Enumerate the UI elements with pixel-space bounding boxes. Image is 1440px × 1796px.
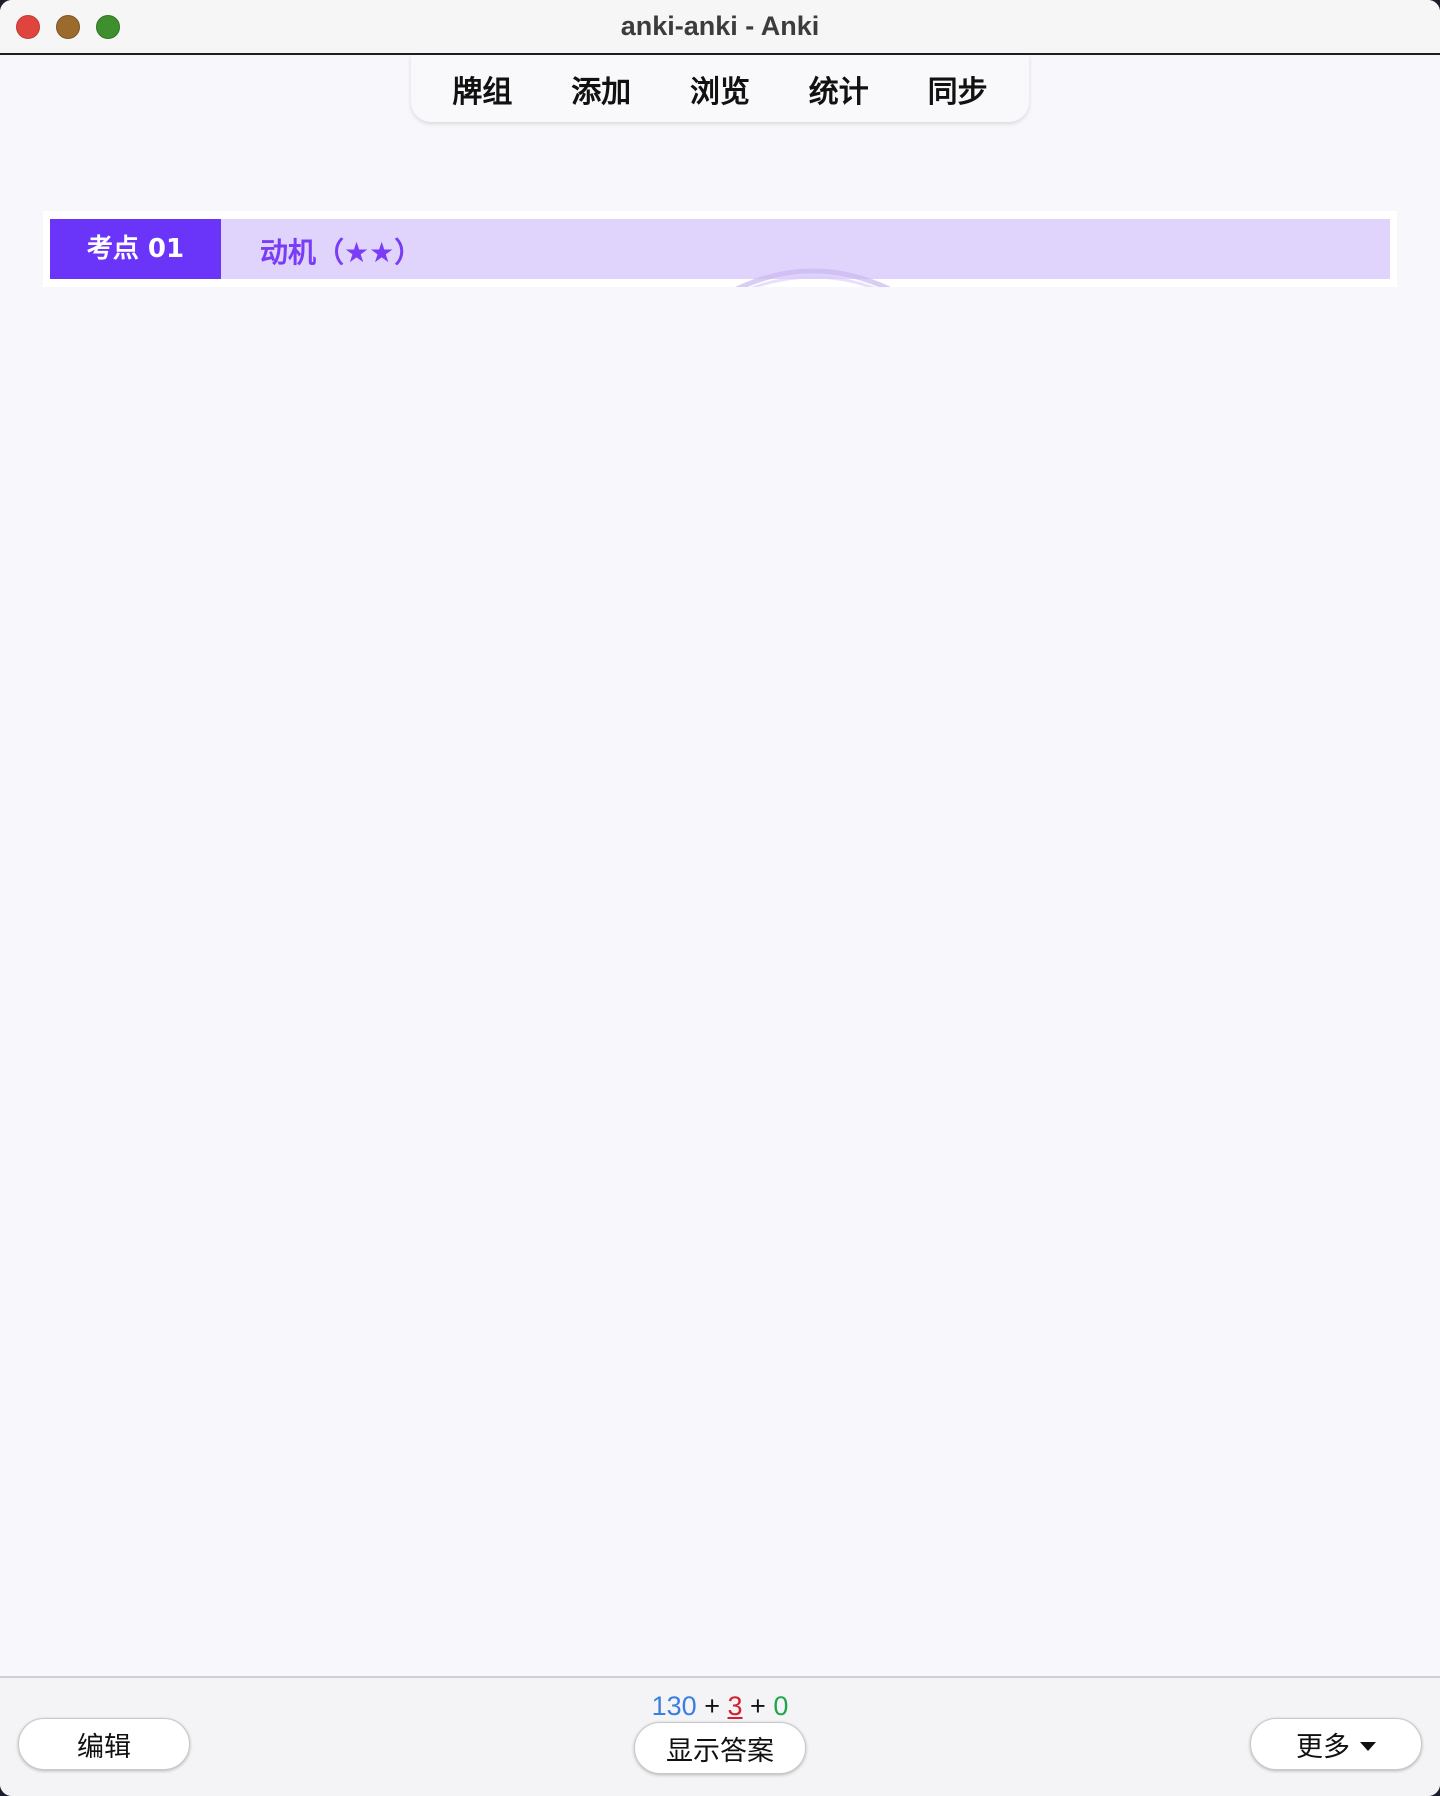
toolbar-decks[interactable]: 牌组 (442, 63, 522, 115)
edit-button[interactable]: 编辑 (18, 1718, 190, 1770)
window-title: anki-anki - Anki (620, 11, 820, 41)
toolbar-sync[interactable]: 同步 (918, 63, 998, 115)
count-separator: + (704, 1691, 720, 1721)
review-count: 0 (773, 1691, 789, 1721)
toolbar-browse[interactable]: 浏览 (680, 63, 760, 115)
count-separator: + (750, 1691, 766, 1721)
review-bottom-bar: 130 + 3 + 0 编辑 显示答案 更多 (0, 1676, 1440, 1796)
more-button-label: 更多 (1296, 1731, 1350, 1763)
show-answer-button[interactable]: 显示答案 (634, 1722, 806, 1774)
learning-count: 3 (727, 1691, 743, 1721)
show-answer-button-label: 显示答案 (666, 1735, 774, 1767)
anki-window: anki-anki - Anki 牌组 添加 浏览 统计 同步 考点 01 动机… (0, 0, 1440, 1796)
toolbar-stats[interactable]: 统计 (799, 63, 879, 115)
title-bar[interactable]: anki-anki - Anki (0, 0, 1440, 55)
chevron-down-icon (1360, 1741, 1376, 1751)
topic-title: 动机（★★） (260, 236, 423, 269)
toolbar-add[interactable]: 添加 (561, 63, 641, 115)
decorative-arc-icon (735, 268, 891, 287)
main-toolbar: 牌组 添加 浏览 统计 同步 (411, 55, 1029, 122)
new-count: 130 (651, 1691, 697, 1721)
topic-badge: 考点 01 (50, 219, 221, 279)
more-button[interactable]: 更多 (1250, 1718, 1422, 1770)
card-header-strip: 考点 01 动机（★★） (43, 211, 1397, 287)
edit-button-label: 编辑 (77, 1731, 131, 1763)
due-counts: 130 + 3 + 0 (0, 1688, 1440, 1724)
